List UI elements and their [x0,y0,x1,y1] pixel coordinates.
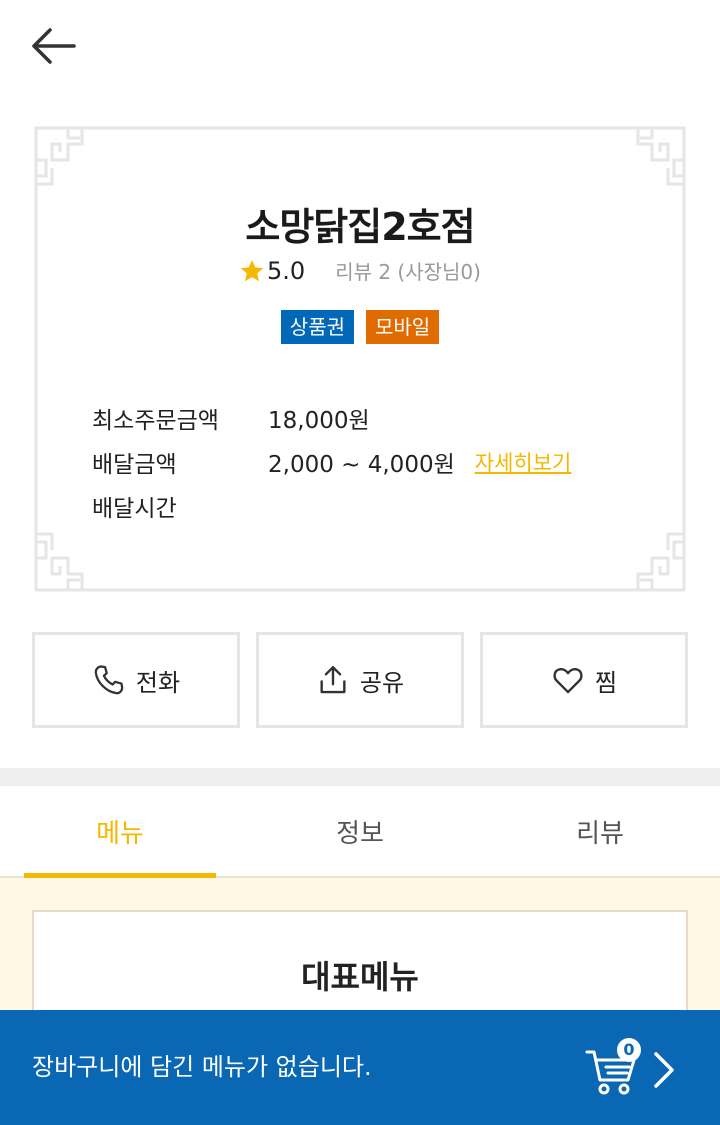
tab-info[interactable]: 정보 [240,786,480,876]
chevron-right-icon [654,1052,674,1088]
info-value: 2,000 ~ 4,000원 [268,452,455,478]
store-tabs: 메뉴 정보 리뷰 [0,786,720,878]
cart-count-badge: 0 [617,1038,641,1062]
featured-menu-title: 대표메뉴 [301,958,419,996]
tab-review[interactable]: 리뷰 [480,786,720,876]
rating-row: 5.0 리뷰 2 (사장님0) [0,256,720,285]
delivery-fee-detail-link[interactable]: 자세히보기 [475,447,572,477]
share-button-label: 공유 [359,668,405,697]
heart-icon [553,668,583,694]
section-divider [0,768,720,786]
call-button[interactable]: 전화 [32,632,240,728]
info-label: 배달금액 [92,452,177,478]
badge-gift-certificate: 상품권 [280,310,354,344]
star-icon [240,259,264,281]
arrow-left-icon [32,28,76,64]
favorite-button-label: 찜 [594,668,618,697]
store-info-table: 최소주문금액 18,000원 배달금액 2,000 ~ 4,000원 자세히보기… [92,396,571,528]
tab-menu[interactable]: 메뉴 [0,786,240,878]
info-row-delivery-time: 배달시간 [92,484,571,528]
info-label: 최소주문금액 [92,408,219,434]
rating-value: 5.0 [267,256,306,285]
info-row-min-order: 최소주문금액 18,000원 [92,396,571,440]
share-button[interactable]: 공유 [256,632,464,728]
store-name: 소망닭집2호점 [245,205,475,249]
share-icon [320,666,346,694]
badge-mobile: 모바일 [366,310,440,344]
cart-message: 장바구니에 담긴 메뉴가 없습니다. [32,1053,372,1081]
call-button-label: 전화 [135,668,181,697]
action-buttons: 전화 공유 찜 [32,632,688,728]
favorite-button[interactable]: 찜 [480,632,688,728]
info-label: 배달시간 [92,496,177,522]
phone-icon [94,665,124,695]
info-row-delivery-fee: 배달금액 2,000 ~ 4,000원 자세히보기 [92,440,571,484]
info-value: 18,000원 [268,408,370,434]
cart-bar[interactable]: 장바구니에 담긴 메뉴가 없습니다. [0,1010,720,1125]
back-button[interactable] [28,22,84,70]
review-count[interactable]: 리뷰 2 (사장님0) [335,256,481,285]
payment-badges: 상품권 모바일 [0,310,720,344]
